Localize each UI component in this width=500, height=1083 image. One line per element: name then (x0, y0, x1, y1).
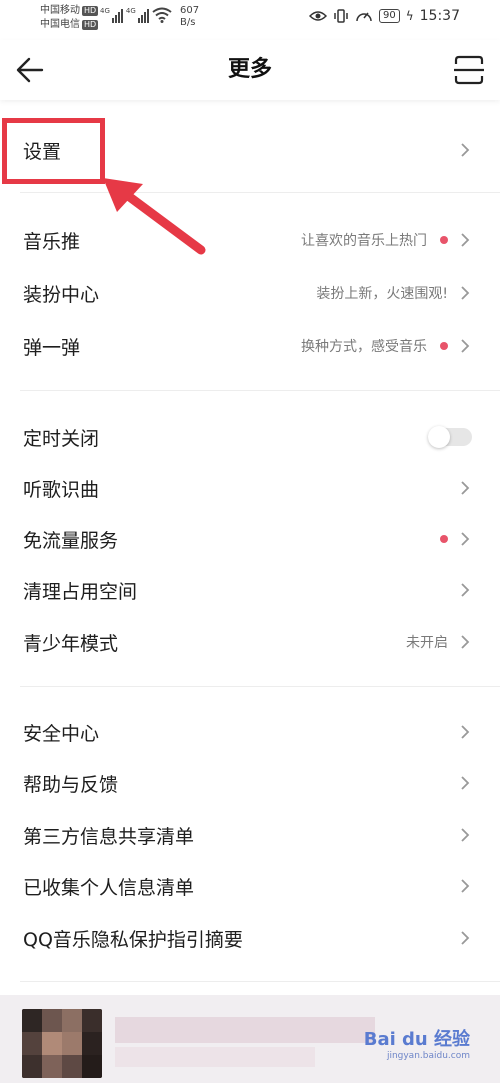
carrier-1: 中国移动 (40, 5, 80, 16)
timer-close-row: 定时关闭 (0, 412, 500, 462)
divider (20, 686, 500, 687)
row-label: 已收集个人信息清单 (23, 876, 195, 899)
row-subtitle: 未开启 (406, 635, 448, 651)
chevron-right-icon (461, 879, 470, 893)
hd-badge: HD (82, 20, 99, 30)
row-label: 清理占用空间 (23, 580, 138, 603)
net-speed: 607 B/s (180, 5, 199, 29)
carrier-2: 中国电信 (40, 19, 80, 30)
timer-toggle[interactable] (428, 426, 472, 448)
net-type: 4G (100, 7, 110, 15)
chevron-right-icon (461, 931, 470, 945)
row-label: 定时关闭 (23, 427, 100, 450)
help-feedback-row[interactable]: 帮助与反馈 (0, 758, 500, 808)
row-label: 第三方信息共享清单 (23, 825, 195, 848)
divider (20, 390, 500, 391)
red-dot-badge (440, 236, 448, 244)
third-party-share-row[interactable]: 第三方信息共享清单 (0, 810, 500, 860)
row-subtitle: 换种方式，感受音乐 (301, 339, 427, 355)
divider (20, 192, 500, 193)
row-label: 听歌识曲 (23, 478, 100, 501)
carrier-info: 中国移动 HD 中国电信 HD (40, 4, 99, 32)
pixelated-song-info (115, 1017, 375, 1043)
eye-icon (308, 11, 327, 21)
security-center-row[interactable]: 安全中心 (0, 707, 500, 757)
signal-icon: 4G (100, 7, 123, 23)
watermark-brand: Bai du 经验 (363, 1029, 470, 1050)
music-promote-row[interactable]: 音乐推 让喜欢的音乐上热门 (0, 215, 500, 265)
row-subtitle: 装扮上新，火速围观! (316, 286, 448, 302)
clock: 15:37 (419, 8, 460, 24)
red-dot-badge (440, 535, 448, 543)
song-recognition-row[interactable]: 听歌识曲 (0, 463, 500, 513)
net-type: 4G (125, 7, 136, 15)
chevron-right-icon (461, 828, 470, 842)
vibrate-icon (334, 9, 348, 23)
chevron-right-icon (461, 481, 470, 495)
app-header: 更多 (0, 40, 500, 100)
row-label: 音乐推 (23, 230, 81, 253)
baidu-watermark: Bai du 经验 jingyan.baidu.com (364, 1025, 470, 1061)
privacy-summary-row[interactable]: QQ音乐隐私保护指引摘要 (0, 913, 500, 963)
row-label: 装扮中心 (23, 283, 100, 306)
annotation-arrow-icon (103, 178, 206, 255)
status-bar: 中国移动 HD 中国电信 HD 4G 4G 607 B/s 90 ϟ 15:37 (0, 0, 500, 40)
tanyitan-row[interactable]: 弹一弹 换种方式，感受音乐 (0, 321, 500, 371)
chevron-right-icon (461, 725, 470, 739)
section-separator (0, 100, 500, 108)
mini-player[interactable]: Bai du 经验 jingyan.baidu.com (0, 995, 500, 1083)
dress-center-row[interactable]: 装扮中心 装扮上新，火速围观! (0, 268, 500, 318)
scan-icon[interactable] (452, 53, 486, 87)
chevron-right-icon (461, 233, 470, 247)
row-label: 弹一弹 (23, 336, 81, 359)
clean-storage-row[interactable]: 清理占用空间 (0, 565, 500, 615)
divider (20, 981, 500, 982)
hd-badge: HD (82, 6, 99, 16)
row-label: QQ音乐隐私保护指引摘要 (23, 928, 243, 951)
row-subtitle: 让喜欢的音乐上热门 (301, 233, 427, 249)
chevron-right-icon (461, 583, 470, 597)
speed-icon (356, 12, 372, 22)
row-label: 青少年模式 (23, 632, 119, 655)
signal-icon: 4G (126, 7, 149, 23)
charging-icon: ϟ (405, 9, 414, 23)
pixelated-song-info (115, 1047, 315, 1067)
chevron-right-icon (461, 635, 470, 649)
annotation-highlight-box (2, 118, 105, 184)
teen-mode-row[interactable]: 青少年模式 未开启 (0, 617, 500, 667)
wifi-icon (152, 7, 172, 23)
signal-icons: 4G 4G (100, 7, 172, 23)
chevron-right-icon (461, 339, 470, 353)
chevron-right-icon (461, 532, 470, 546)
page-title: 更多 (227, 57, 272, 82)
watermark-url: jingyan.baidu.com (386, 1051, 470, 1061)
free-data-row[interactable]: 免流量服务 (0, 514, 500, 564)
chevron-right-icon (461, 776, 470, 790)
row-label: 免流量服务 (23, 529, 119, 552)
status-right: 90 ϟ 15:37 (308, 8, 460, 24)
chevron-right-icon (461, 286, 470, 300)
chevron-right-icon (461, 143, 470, 157)
row-label: 帮助与反馈 (23, 773, 119, 796)
collected-info-row[interactable]: 已收集个人信息清单 (0, 861, 500, 911)
album-cover[interactable] (22, 1009, 102, 1078)
speed-unit: B/s (180, 17, 196, 28)
toggle-knob (428, 426, 450, 448)
row-label: 安全中心 (23, 722, 100, 745)
speed-value: 607 (180, 5, 200, 16)
battery-indicator: 90 (378, 9, 400, 23)
red-dot-badge (440, 342, 448, 350)
